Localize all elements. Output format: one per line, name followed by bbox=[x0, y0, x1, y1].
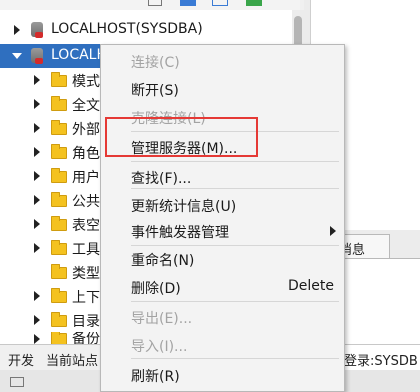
status-mode: 开发 bbox=[8, 354, 35, 369]
folder-icon bbox=[51, 264, 67, 279]
expand-arrow-icon[interactable] bbox=[14, 25, 20, 35]
folder-icon bbox=[51, 144, 67, 159]
menu-item-label: 刷新(R) bbox=[131, 369, 180, 385]
menu-item-delete[interactable]: 删除(D) Delete bbox=[101, 274, 344, 300]
tree-node-label: 目录 bbox=[72, 314, 100, 330]
tree-node-label: 用户 bbox=[72, 170, 100, 186]
expand-arrow-icon[interactable] bbox=[34, 171, 40, 181]
folder-icon bbox=[51, 96, 67, 111]
menu-item-label: 连接(C) bbox=[131, 55, 180, 71]
folder-icon bbox=[51, 192, 67, 207]
menu-item-label: 更新统计信息(U) bbox=[131, 199, 237, 215]
tree-node-label: 模式 bbox=[72, 74, 100, 90]
menu-item-export[interactable]: 导出(E)... bbox=[101, 304, 344, 330]
submenu-arrow-icon bbox=[330, 226, 336, 236]
menu-separator bbox=[131, 358, 339, 359]
collapse-arrow-icon[interactable] bbox=[12, 53, 22, 59]
tree-node-label: 类型 bbox=[72, 266, 100, 282]
menu-separator bbox=[131, 161, 339, 162]
toolbar-icon-4[interactable] bbox=[246, 0, 262, 6]
menu-item-label: 事件触发器管理 bbox=[131, 225, 229, 241]
menu-item-disconnect[interactable]: 断开(S) bbox=[101, 76, 344, 102]
expand-arrow-icon[interactable] bbox=[34, 99, 40, 109]
database-icon bbox=[31, 22, 43, 38]
toolbar bbox=[0, 0, 300, 10]
menu-item-label: 断开(S) bbox=[131, 83, 179, 99]
menu-item-label: 查找(F)... bbox=[131, 171, 192, 187]
tree-node-label: 上下 bbox=[72, 290, 100, 306]
menu-item-label: 导入(I)... bbox=[131, 339, 188, 355]
folder-icon bbox=[51, 168, 67, 183]
menu-item-label: 重命名(N) bbox=[131, 253, 195, 269]
toolbar-icon-2[interactable] bbox=[180, 0, 196, 6]
menu-item-connect[interactable]: 连接(C) bbox=[101, 48, 344, 74]
tree-node-label: 表空 bbox=[72, 218, 100, 234]
menu-item-label: 导出(E)... bbox=[131, 311, 193, 327]
expand-arrow-icon[interactable] bbox=[34, 195, 40, 205]
expand-arrow-icon[interactable] bbox=[34, 243, 40, 253]
tree-node-label: 全文 bbox=[72, 98, 100, 114]
status-current-site: 当前站点 bbox=[46, 354, 99, 369]
status-login-area: 登录:SYSDB bbox=[344, 345, 420, 371]
expand-arrow-icon[interactable] bbox=[34, 147, 40, 157]
context-menu: 连接(C) 断开(S) 克隆连接(L) 管理服务器(M)... 查找(F)...… bbox=[100, 44, 345, 392]
expand-arrow-icon[interactable] bbox=[34, 219, 40, 229]
folder-icon bbox=[51, 312, 67, 327]
tree-node-localhost-sysdba[interactable]: LOCALHOST(SYSDBA) bbox=[0, 18, 292, 42]
menu-item-shortcut: Delete bbox=[288, 278, 334, 294]
folder-icon bbox=[51, 72, 67, 87]
menu-item-rename[interactable]: 重命名(N) bbox=[101, 246, 344, 272]
tree-node-label: 备份 bbox=[72, 332, 100, 344]
folder-icon bbox=[51, 332, 67, 344]
folder-icon bbox=[51, 288, 67, 303]
folder-icon bbox=[51, 120, 67, 135]
tree-node-label: 角色 bbox=[72, 146, 100, 162]
menu-item-import[interactable]: 导入(I)... bbox=[101, 332, 344, 358]
highlight-annotation-box bbox=[105, 117, 258, 157]
expand-arrow-icon[interactable] bbox=[34, 75, 40, 85]
menu-item-refresh[interactable]: 刷新(R) bbox=[101, 362, 344, 388]
toolbar-icon-1[interactable] bbox=[148, 0, 162, 6]
tree-node-label: 公共 bbox=[72, 194, 100, 210]
toolbar-icon-3[interactable] bbox=[212, 0, 228, 6]
menu-item-label: 删除(D) bbox=[131, 281, 181, 297]
menu-item-find[interactable]: 查找(F)... bbox=[101, 164, 344, 190]
menu-item-update-statistics[interactable]: 更新统计信息(U) bbox=[101, 192, 344, 218]
folder-icon bbox=[51, 216, 67, 231]
expand-arrow-icon[interactable] bbox=[34, 291, 40, 301]
window-icon[interactable] bbox=[10, 377, 24, 387]
tree-node-label: 工具 bbox=[72, 242, 100, 258]
tree-node-label: LOCALHOST(SYSDBA) bbox=[51, 21, 203, 37]
menu-item-event-trigger-management[interactable]: 事件触发器管理 bbox=[101, 218, 344, 244]
expand-arrow-icon[interactable] bbox=[34, 123, 40, 133]
status-login: 登录:SYSDB bbox=[344, 354, 418, 369]
menu-separator bbox=[131, 301, 339, 302]
folder-icon bbox=[51, 240, 67, 255]
database-icon bbox=[31, 48, 43, 64]
expand-arrow-icon[interactable] bbox=[34, 334, 40, 344]
expand-arrow-icon[interactable] bbox=[34, 315, 40, 325]
menu-separator bbox=[131, 188, 339, 189]
tree-node-label: 外部 bbox=[72, 122, 100, 138]
